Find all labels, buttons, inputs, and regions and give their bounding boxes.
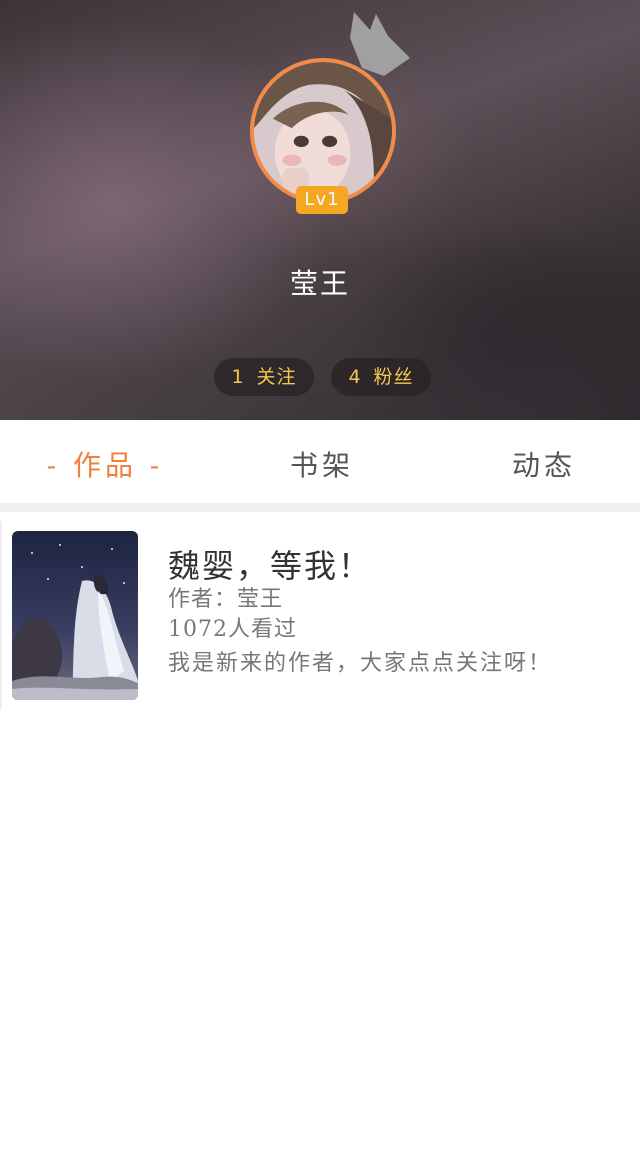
book-description: 我是新来的作者，大家点点关注呀！ xyxy=(168,651,553,676)
profile-page: Lv1 莹王 1 关注 4 粉丝 - 作品 - 书架 动态 魏婴，等我！ 作者：… xyxy=(0,0,640,1160)
tab-activity[interactable]: 动态 xyxy=(484,446,604,486)
following-count: 1 xyxy=(231,366,245,388)
tab-bookshelf[interactable]: 书架 xyxy=(262,446,382,486)
username: 莹王 xyxy=(289,267,350,300)
book-author: 作者：莹王 xyxy=(168,587,284,612)
fans-button[interactable]: 4 粉丝 xyxy=(331,358,431,396)
tab-bar: - 作品 - 书架 动态 xyxy=(0,420,640,512)
book-views: 1072人看过 xyxy=(168,617,297,642)
profile-header: Lv1 莹王 1 关注 4 粉丝 xyxy=(0,0,640,420)
fans-count: 4 xyxy=(348,366,362,388)
level-badge: Lv1 xyxy=(296,186,348,214)
tab-works[interactable]: - 作品 - xyxy=(20,446,190,486)
avatar-image xyxy=(254,62,392,200)
fans-label: 粉丝 xyxy=(373,366,414,388)
list-item[interactable]: 魏婴，等我！ 作者：莹王 1072人看过 我是新来的作者，大家点点关注呀！ xyxy=(0,521,640,709)
following-button[interactable]: 1 关注 xyxy=(214,358,314,396)
book-cover-image xyxy=(12,531,138,700)
avatar[interactable] xyxy=(250,58,396,204)
book-cover[interactable] xyxy=(12,531,138,700)
following-label: 关注 xyxy=(256,366,297,388)
